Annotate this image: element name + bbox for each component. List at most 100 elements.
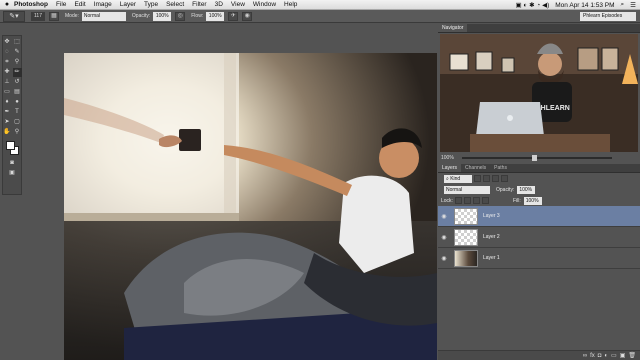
visibility-eye-icon[interactable]: ◉: [438, 213, 450, 220]
stamp-tool-icon[interactable]: ⊥: [3, 78, 12, 87]
new-group-icon[interactable]: ▭: [611, 352, 617, 359]
lock-position-icon[interactable]: [472, 197, 480, 204]
layer-thumbnail: [454, 207, 478, 225]
workspace-switcher[interactable]: Phlearn Episodes: [580, 12, 636, 21]
link-layers-icon[interactable]: ∞: [583, 353, 587, 359]
menu-help[interactable]: Help: [284, 1, 297, 8]
crop-tool-icon[interactable]: ⌗: [3, 58, 12, 67]
menu-view[interactable]: View: [231, 1, 245, 8]
layer-row-layer-2[interactable]: ◉ Layer 2: [438, 227, 640, 248]
dodge-tool-icon[interactable]: ●: [13, 98, 22, 107]
eraser-tool-icon[interactable]: ▭: [3, 88, 12, 97]
gradient-tool-icon[interactable]: ▤: [13, 88, 22, 97]
navigator-preview[interactable]: PHLEARN: [440, 34, 638, 152]
options-bar: ✎▾ 117 ▦ Mode: Normal Opacity: 100% ◎ Fl…: [0, 10, 640, 23]
kind-filter-select[interactable]: ⌕ Kind: [444, 174, 472, 183]
layer-row-layer-3[interactable]: ◉ Layer 3: [438, 206, 640, 227]
airbrush-icon[interactable]: ✈: [228, 11, 239, 21]
menu-window[interactable]: Window: [253, 1, 276, 8]
menu-select[interactable]: Select: [166, 1, 184, 8]
filter-shape-icon[interactable]: [501, 175, 508, 182]
menu-image[interactable]: Image: [94, 1, 112, 8]
list-icon[interactable]: ☰: [630, 1, 636, 9]
lock-transparent-icon[interactable]: [454, 197, 462, 204]
right-panels: Navigator PHLEARN 100% Layers Channels P…: [438, 24, 640, 360]
add-mask-icon[interactable]: ◘: [598, 353, 602, 359]
brush-panel-icon[interactable]: ▦: [49, 11, 59, 21]
eyedropper-tool-icon[interactable]: ⚲: [13, 58, 22, 67]
tab-channels[interactable]: Channels: [461, 164, 490, 172]
brush-preset-picker[interactable]: ✎▾: [3, 10, 25, 22]
zoom-slider-knob[interactable]: [531, 155, 537, 161]
quick-select-tool-icon[interactable]: ✎: [13, 48, 22, 57]
foreground-color-swatch[interactable]: [6, 141, 15, 150]
menu-file[interactable]: File: [56, 1, 66, 8]
healing-tool-icon[interactable]: ✚: [3, 68, 12, 77]
hand-tool-icon[interactable]: ✋: [3, 128, 12, 137]
opacity-input[interactable]: 100%: [153, 11, 172, 21]
filter-pixel-icon[interactable]: [474, 175, 481, 182]
trash-icon[interactable]: 🗑: [628, 352, 636, 359]
pen-tool-icon[interactable]: ✒: [3, 108, 12, 117]
zoom-tool-icon[interactable]: ⚲: [13, 128, 22, 137]
visibility-eye-icon[interactable]: ◉: [438, 255, 450, 262]
lock-pixels-icon[interactable]: [463, 197, 471, 204]
lock-label: Lock:: [441, 197, 453, 204]
menu-layer[interactable]: Layer: [120, 1, 136, 8]
new-layer-icon[interactable]: ▣: [620, 352, 626, 359]
path-select-icon[interactable]: ➤: [3, 118, 12, 127]
brush-size[interactable]: 117: [31, 11, 45, 21]
menu-3d[interactable]: 3D: [215, 1, 223, 8]
shape-tool-icon[interactable]: ▢: [13, 118, 22, 127]
tab-layers[interactable]: Layers: [438, 164, 462, 172]
menu-filter[interactable]: Filter: [192, 1, 206, 8]
marquee-tool-icon[interactable]: ⬚: [13, 38, 22, 47]
filter-adjustment-icon[interactable]: [483, 175, 490, 182]
instructor-video: PHLEARN: [440, 34, 638, 152]
filter-type-icon[interactable]: [492, 175, 499, 182]
history-brush-icon[interactable]: ↺: [13, 78, 22, 87]
lock-all-icon[interactable]: [481, 197, 489, 204]
brush-tool-icon[interactable]: ✏: [12, 68, 22, 77]
color-swatches[interactable]: [5, 141, 19, 155]
navigator-zoom[interactable]: 100%: [441, 155, 454, 161]
move-tool-icon[interactable]: ✥: [3, 38, 12, 47]
blend-mode-select[interactable]: Normal: [444, 185, 490, 194]
layer-name[interactable]: Layer 1: [483, 255, 500, 261]
fill-input[interactable]: 100%: [523, 196, 542, 205]
document-canvas[interactable]: [64, 53, 437, 360]
mac-menu-bar: ● Photoshop File Edit Image Layer Type S…: [0, 0, 640, 10]
lock-row: Lock: Fill: 100%: [438, 195, 640, 206]
layer-name[interactable]: Layer 2: [483, 234, 500, 240]
pressure-opacity-icon[interactable]: ◎: [175, 11, 186, 21]
clock[interactable]: Mon Apr 14 1:53 PM: [555, 2, 614, 9]
menu-extras: ▣ ◐ ✱ ◔ ◀) Mon Apr 14 1:53 PM ⌕ ☰: [515, 0, 636, 10]
tab-paths[interactable]: Paths: [490, 164, 511, 172]
mode-select[interactable]: Normal: [81, 11, 126, 21]
apple-menu-icon[interactable]: ●: [0, 1, 14, 8]
lasso-tool-icon[interactable]: ◌: [3, 48, 12, 57]
pressure-size-icon[interactable]: ◉: [242, 11, 253, 21]
blur-tool-icon[interactable]: ♦: [3, 98, 12, 107]
visibility-eye-icon[interactable]: ◉: [438, 234, 450, 241]
navigator-tabs: Navigator: [438, 24, 640, 33]
app-menu[interactable]: Photoshop: [14, 1, 48, 8]
search-icon[interactable]: ⌕: [621, 1, 625, 9]
menu-edit[interactable]: Edit: [74, 1, 85, 8]
menu-type[interactable]: Type: [144, 1, 158, 8]
quick-mask-icon[interactable]: ◙: [8, 159, 17, 168]
tab-navigator[interactable]: Navigator: [438, 24, 468, 32]
layer-row-layer-1[interactable]: ◉ Layer 1: [438, 248, 640, 269]
layer-opacity-input[interactable]: 100%: [517, 185, 536, 194]
zoom-slider[interactable]: [461, 155, 612, 161]
adjustment-layer-icon[interactable]: ◐: [604, 353, 608, 359]
tools-panel: ✥ ⬚ ◌ ✎ ⌗ ⚲ ✚ ✏ ⊥ ↺ ▭ ▤ ♦ ● ✒ T ➤ ▢ ✋ ⚲ ◙ ▣: [2, 35, 22, 195]
mode-label: Mode:: [65, 13, 79, 19]
fill-label: Fill:: [512, 197, 521, 204]
fx-icon[interactable]: fx: [590, 353, 595, 359]
screen-mode-icon[interactable]: ▣: [8, 169, 17, 178]
status-icons[interactable]: ▣ ◐ ✱ ◔ ◀): [515, 1, 549, 9]
layer-name[interactable]: Layer 3: [483, 213, 500, 219]
type-tool-icon[interactable]: T: [13, 108, 22, 117]
flow-input[interactable]: 100%: [206, 11, 225, 21]
